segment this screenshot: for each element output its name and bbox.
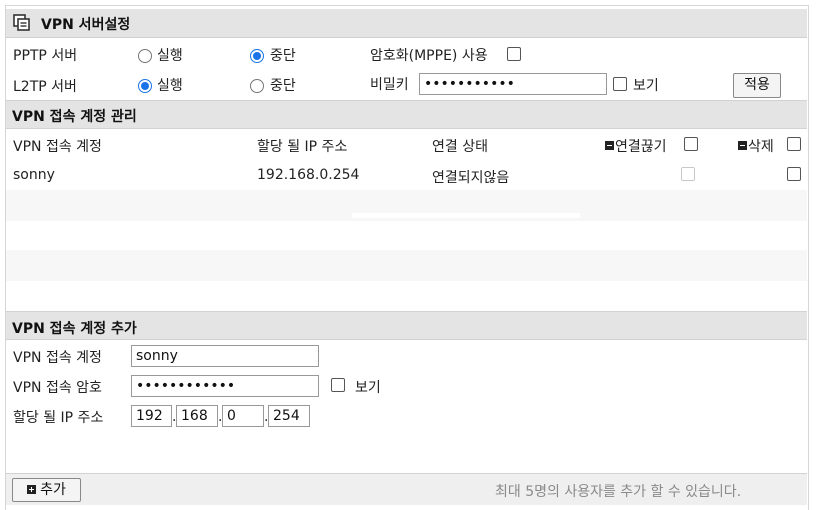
l2tp-run-label: 실행 [157,78,183,94]
plus-icon [27,485,37,494]
ip-octet-1[interactable]: 192 [131,405,172,427]
delete-all-checkbox[interactable] [787,137,801,151]
add-section-title: VPN 접속 계정 추가 [12,321,137,337]
row-status: 연결되지않음 [432,170,510,186]
mppe-checkbox[interactable] [507,47,521,61]
footer-bar: 추가 최대 5명의 사용자를 추가 할 수 있습니다. [6,473,807,505]
col-disconnect: 연결끊기 [605,136,667,156]
empty-row-divider [352,213,580,218]
l2tp-stop-radio[interactable] [250,79,264,93]
col-delete: 삭제 [738,136,774,156]
add-button-label: 추가 [40,482,66,498]
secret-show-checkbox[interactable] [613,77,627,91]
title-bar: VPN 서버설정 [6,9,807,38]
row-disconnect-checkbox [681,167,695,181]
empty-row [6,250,807,281]
add-ip-label: 할당 될 IP 주소 [13,410,104,426]
col-status: 연결 상태 [432,139,488,155]
secret-show-label: 보기 [633,78,659,94]
footer-hint: 최대 5명의 사용자를 추가 할 수 있습니다. [495,484,742,500]
pptp-label: PPTP 서버 [13,48,78,64]
add-password-show-label: 보기 [355,380,381,396]
pptp-run-radio[interactable] [138,49,152,63]
pptp-stop-radio[interactable] [250,49,264,63]
row-ip: 192.168.0.254 [257,167,360,183]
add-account-input[interactable]: sonny [131,345,319,367]
accounts-section-header: VPN 접속 계정 관리 [6,100,807,129]
add-password-show-checkbox[interactable] [331,378,345,392]
pptp-run-label: 실행 [157,48,183,64]
page-title: VPN 서버설정 [41,17,131,33]
ip-octet-2[interactable]: 168 [176,405,218,427]
ip-octet-4[interactable]: 254 [268,405,310,427]
apply-button[interactable]: 적용 [733,73,781,98]
add-password-input[interactable]: •••••••••••• [131,375,319,397]
pptp-stop-label: 중단 [270,48,296,64]
col-account: VPN 접속 계정 [13,139,102,155]
l2tp-stop-label: 중단 [270,78,296,94]
col-disconnect-label: 연결끊기 [615,139,667,155]
minus-icon [738,141,747,150]
minus-icon [605,141,614,150]
col-delete-label: 삭제 [748,139,774,155]
mppe-label: 암호화(MPPE) 사용 [370,48,488,64]
accounts-section-title: VPN 접속 계정 관리 [12,109,137,125]
row-account: sonny [13,167,55,183]
add-account-label: VPN 접속 계정 [13,350,102,366]
window-copy-icon [13,14,31,32]
l2tp-run-radio[interactable] [138,79,152,93]
add-password-label: VPN 접속 암호 [13,380,102,396]
row-delete-checkbox[interactable] [787,167,801,181]
add-button[interactable]: 추가 [12,478,81,502]
ip-octet-3[interactable]: 0 [222,405,264,427]
col-ip: 할당 될 IP 주소 [257,139,348,155]
add-section-header: VPN 접속 계정 추가 [6,311,807,340]
l2tp-label: L2TP 서버 [13,79,77,95]
disconnect-all-checkbox[interactable] [684,137,698,151]
secret-input[interactable]: ••••••••••• [419,73,607,95]
secret-label: 비밀키 [370,77,409,93]
